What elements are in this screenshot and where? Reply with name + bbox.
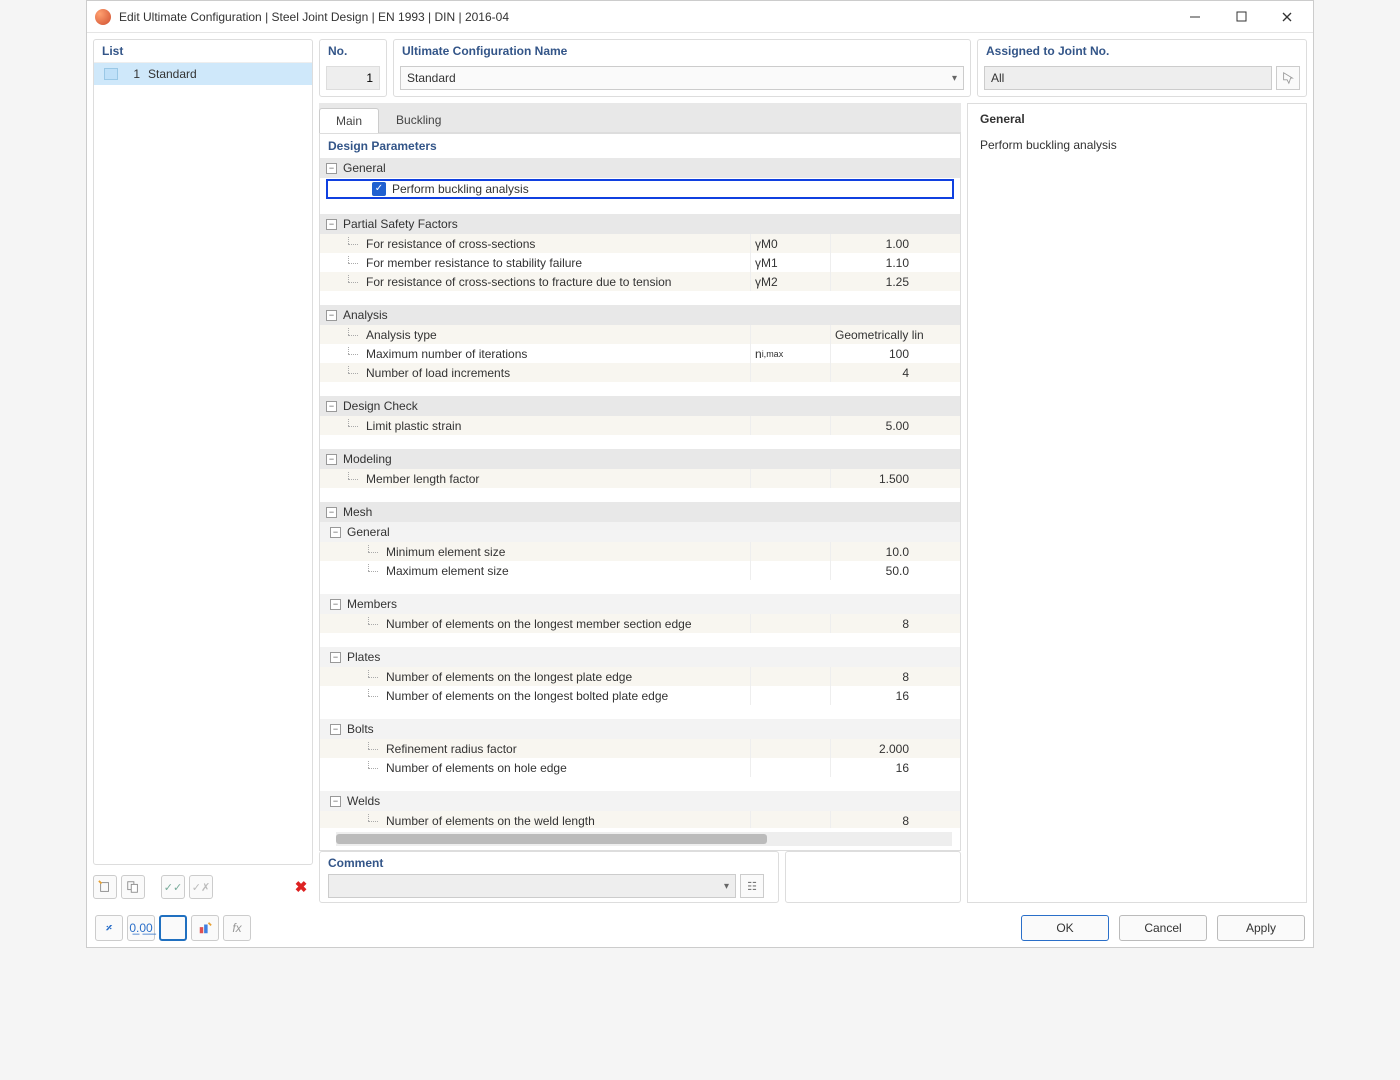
function-button[interactable]: fx <box>223 915 251 941</box>
collapse-icon[interactable]: − <box>330 724 341 735</box>
section-general[interactable]: −General <box>320 158 960 178</box>
title-bar: Edit Ultimate Configuration | Steel Join… <box>87 1 1313 33</box>
subsection-mesh-general[interactable]: −General <box>320 522 960 542</box>
param-row[interactable]: Number of elements on hole edge16 <box>320 758 960 777</box>
list-item-icon <box>104 68 118 80</box>
help-button[interactable]: 𝄎 <box>95 915 123 941</box>
subsection-members[interactable]: −Members <box>320 594 960 614</box>
config-name-header: Ultimate Configuration Name <box>394 40 970 62</box>
tab-bar: Main Buckling <box>319 103 961 133</box>
apply-button[interactable]: Apply <box>1217 915 1305 941</box>
param-row[interactable]: Number of elements on the weld length8 <box>320 811 960 828</box>
collapse-icon[interactable]: − <box>326 310 337 321</box>
collapse-icon[interactable]: − <box>330 599 341 610</box>
tab-buckling[interactable]: Buckling <box>379 107 458 132</box>
config-name-combo[interactable]: Standard ▾ <box>400 66 964 90</box>
app-icon <box>95 9 111 25</box>
param-row[interactable]: Number of elements on the longest bolted… <box>320 686 960 705</box>
new-button[interactable] <box>93 875 117 899</box>
view-2-button[interactable] <box>191 915 219 941</box>
config-name-value: Standard <box>407 71 952 85</box>
comment-pick-button[interactable]: ☷ <box>740 874 764 898</box>
param-row[interactable]: Limit plastic strain5.00 <box>320 416 960 435</box>
list-header: List <box>94 40 312 63</box>
list-item-number: 1 <box>126 67 140 81</box>
collapse-icon[interactable]: − <box>330 652 341 663</box>
param-row[interactable]: Analysis typeGeometrically lin <box>320 325 960 344</box>
subsection-welds[interactable]: −Welds <box>320 791 960 811</box>
param-row[interactable]: For resistance of cross-sectionsγM01.00 <box>320 234 960 253</box>
close-button[interactable] <box>1273 7 1301 27</box>
section-modeling[interactable]: −Modeling <box>320 449 960 469</box>
maximize-button[interactable] <box>1227 7 1255 27</box>
assigned-input[interactable]: All <box>984 66 1272 90</box>
info-text: Perform buckling analysis <box>980 138 1294 152</box>
row-perform-buckling[interactable]: ✓ Perform buckling analysis <box>326 179 954 199</box>
param-row[interactable]: For resistance of cross-sections to frac… <box>320 272 960 291</box>
list-item-name: Standard <box>148 67 197 81</box>
subsection-plates[interactable]: −Plates <box>320 647 960 667</box>
collapse-icon[interactable]: − <box>330 796 341 807</box>
param-row[interactable]: Number of elements on the longest plate … <box>320 667 960 686</box>
param-row[interactable]: Member length factor1.500 <box>320 469 960 488</box>
section-analysis[interactable]: −Analysis <box>320 305 960 325</box>
horizontal-scrollbar[interactable] <box>336 832 952 846</box>
list-item[interactable]: 1 Standard <box>94 63 312 85</box>
chevron-down-icon: ▾ <box>724 881 729 892</box>
design-parameters-header: Design Parameters <box>320 134 960 158</box>
section-psf[interactable]: −Partial Safety Factors <box>320 214 960 234</box>
section-design-check[interactable]: −Design Check <box>320 396 960 416</box>
view-1-button[interactable] <box>159 915 187 941</box>
perform-buckling-label: Perform buckling analysis <box>392 182 529 196</box>
param-row[interactable]: Maximum element size50.0 <box>320 561 960 580</box>
collapse-icon[interactable]: − <box>326 219 337 230</box>
param-row[interactable]: Maximum number of iterationsni,max100 <box>320 344 960 363</box>
info-header: General <box>980 112 1294 126</box>
collapse-icon[interactable]: − <box>326 454 337 465</box>
collapse-icon[interactable]: − <box>326 163 337 174</box>
checkbox-checked-icon[interactable]: ✓ <box>372 182 386 196</box>
param-row[interactable]: Minimum element size10.0 <box>320 542 960 561</box>
copy-button[interactable] <box>121 875 145 899</box>
units-button[interactable]: 0̲.0̲0̲ <box>127 915 155 941</box>
delete-button[interactable]: ✖ <box>289 875 313 899</box>
no-header: No. <box>320 40 386 62</box>
pick-joint-button[interactable] <box>1276 66 1300 90</box>
comment-header: Comment <box>328 856 770 870</box>
ok-button[interactable]: OK <box>1021 915 1109 941</box>
parameter-tree[interactable]: −General ✓ Perform buckling analysis −Pa… <box>320 158 960 828</box>
no-input[interactable] <box>326 66 380 90</box>
assigned-header: Assigned to Joint No. <box>978 40 1306 62</box>
info-panel: General Perform buckling analysis <box>967 103 1307 903</box>
tab-main[interactable]: Main <box>319 108 379 133</box>
window-title: Edit Ultimate Configuration | Steel Join… <box>119 10 1181 24</box>
param-row[interactable]: Number of load increments4 <box>320 363 960 382</box>
param-row[interactable]: Number of elements on the longest member… <box>320 614 960 633</box>
minimize-button[interactable] <box>1181 7 1209 27</box>
param-row[interactable]: Refinement radius factor2.000 <box>320 739 960 758</box>
collapse-icon[interactable]: − <box>330 527 341 538</box>
chevron-down-icon: ▾ <box>952 73 957 84</box>
param-row[interactable]: For member resistance to stability failu… <box>320 253 960 272</box>
check-out-button[interactable]: ✓✗ <box>189 875 213 899</box>
comment-combo[interactable]: ▾ <box>328 874 736 898</box>
cancel-button[interactable]: Cancel <box>1119 915 1207 941</box>
check-in-button[interactable]: ✓✓ <box>161 875 185 899</box>
section-mesh[interactable]: −Mesh <box>320 502 960 522</box>
collapse-icon[interactable]: − <box>326 401 337 412</box>
subsection-bolts[interactable]: −Bolts <box>320 719 960 739</box>
collapse-icon[interactable]: − <box>326 507 337 518</box>
